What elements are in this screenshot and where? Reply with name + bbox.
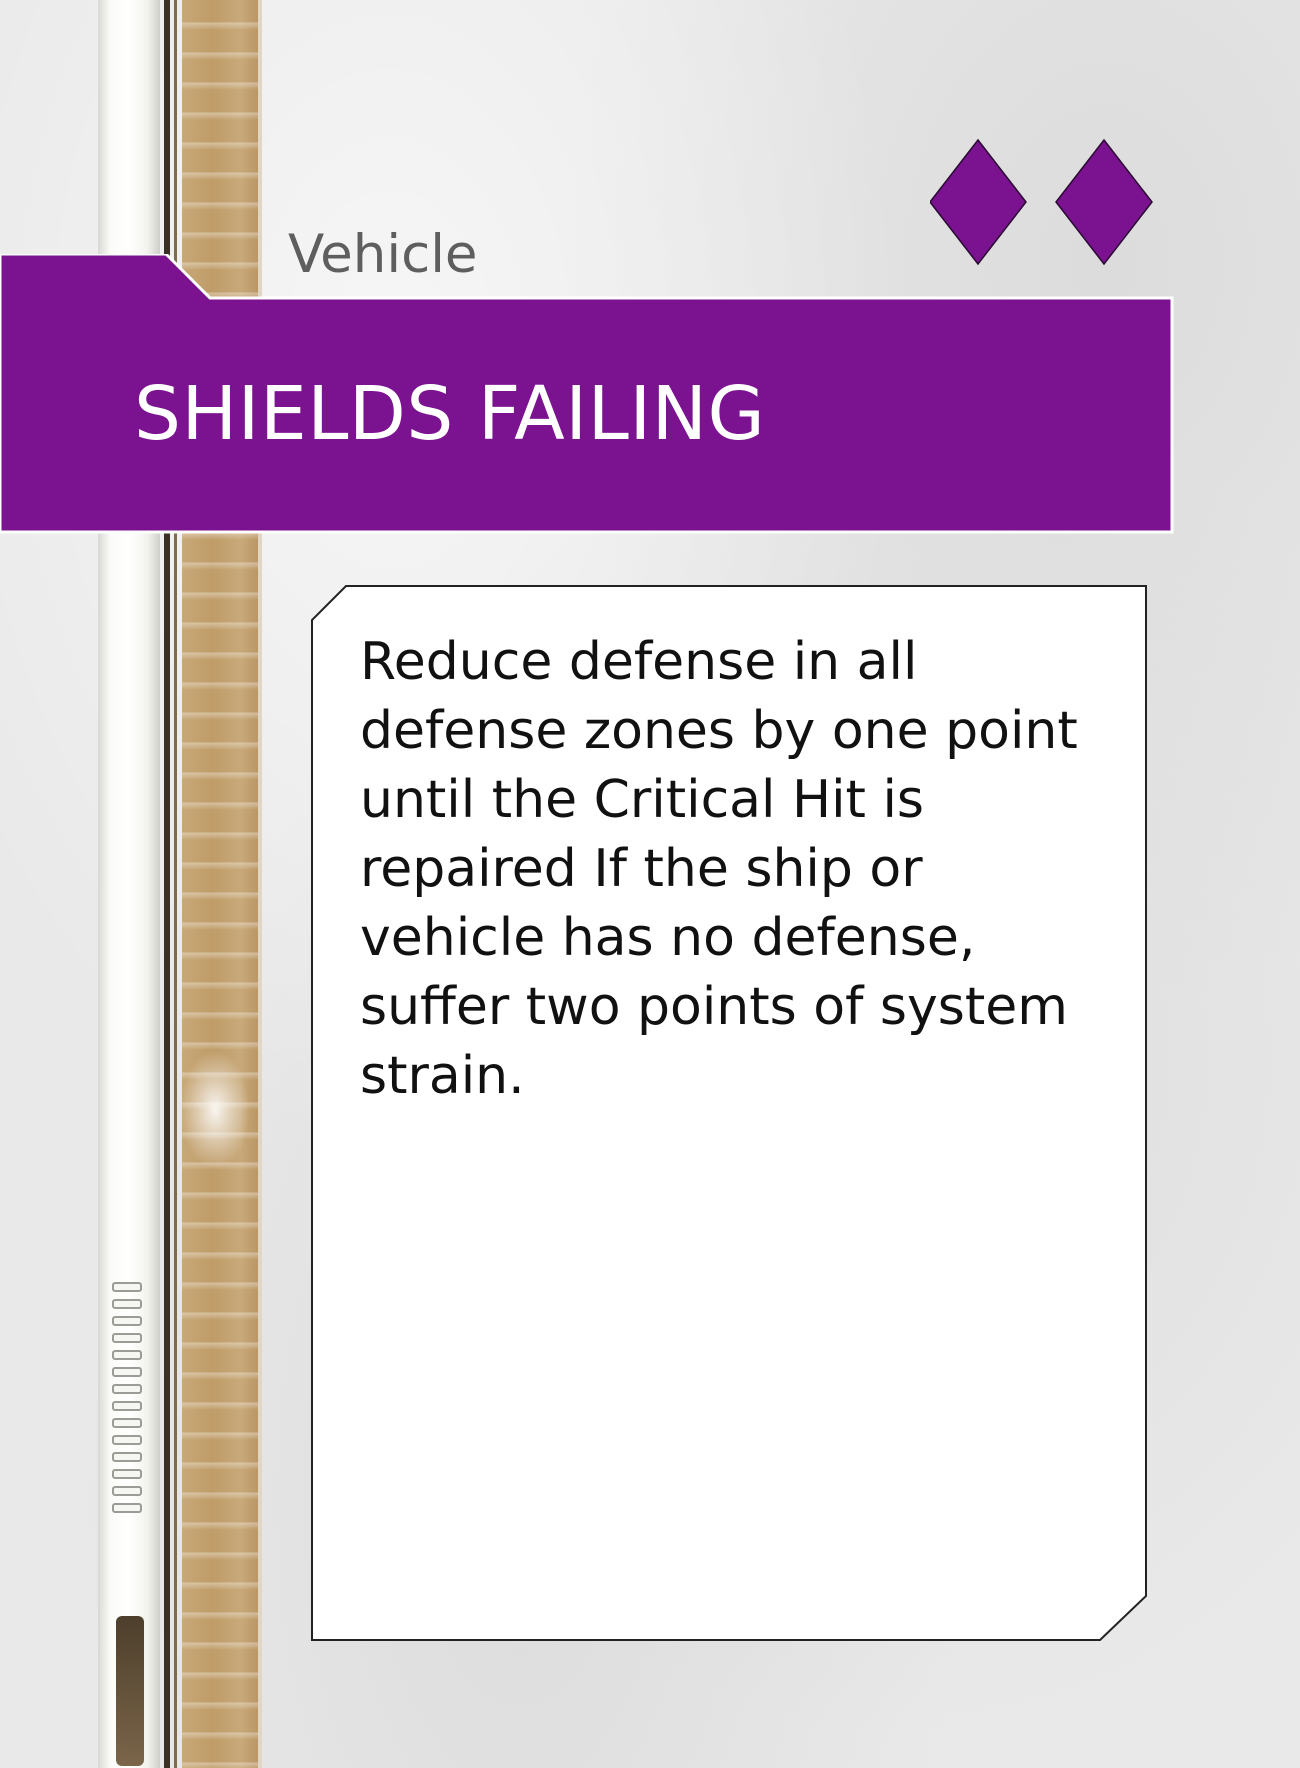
gauge-tick: [112, 1367, 142, 1377]
strip-gauge-ticks: [112, 1282, 146, 1520]
difficulty-diamond-icon: [1055, 138, 1153, 266]
difficulty-diamonds: [929, 138, 1153, 266]
gauge-tick: [112, 1299, 142, 1309]
difficulty-rating: [929, 138, 1156, 266]
gauge-tick: [112, 1350, 142, 1360]
card-description: Reduce defense in all defense zones by o…: [360, 632, 1078, 1106]
gauge-tick: [112, 1333, 142, 1343]
gauge-tick: [112, 1469, 142, 1479]
strip-gauge-bar: [116, 1616, 144, 1766]
gauge-tick: [112, 1503, 142, 1513]
difficulty-diamond-icon: [929, 138, 1027, 266]
gauge-tick: [112, 1452, 142, 1462]
gauge-tick: [112, 1282, 142, 1292]
gauge-tick: [112, 1401, 142, 1411]
card-title: SHIELDS FAILING: [134, 371, 766, 457]
strip-worn-patch: [180, 1050, 250, 1170]
gauge-tick: [112, 1486, 142, 1496]
gauge-tick: [112, 1384, 142, 1394]
gauge-tick: [112, 1316, 142, 1326]
gauge-tick: [112, 1418, 142, 1428]
gauge-tick: [112, 1435, 142, 1445]
critical-hit-card: Vehicle SHIELDS FAILING Reduce defense i…: [0, 0, 1300, 1768]
